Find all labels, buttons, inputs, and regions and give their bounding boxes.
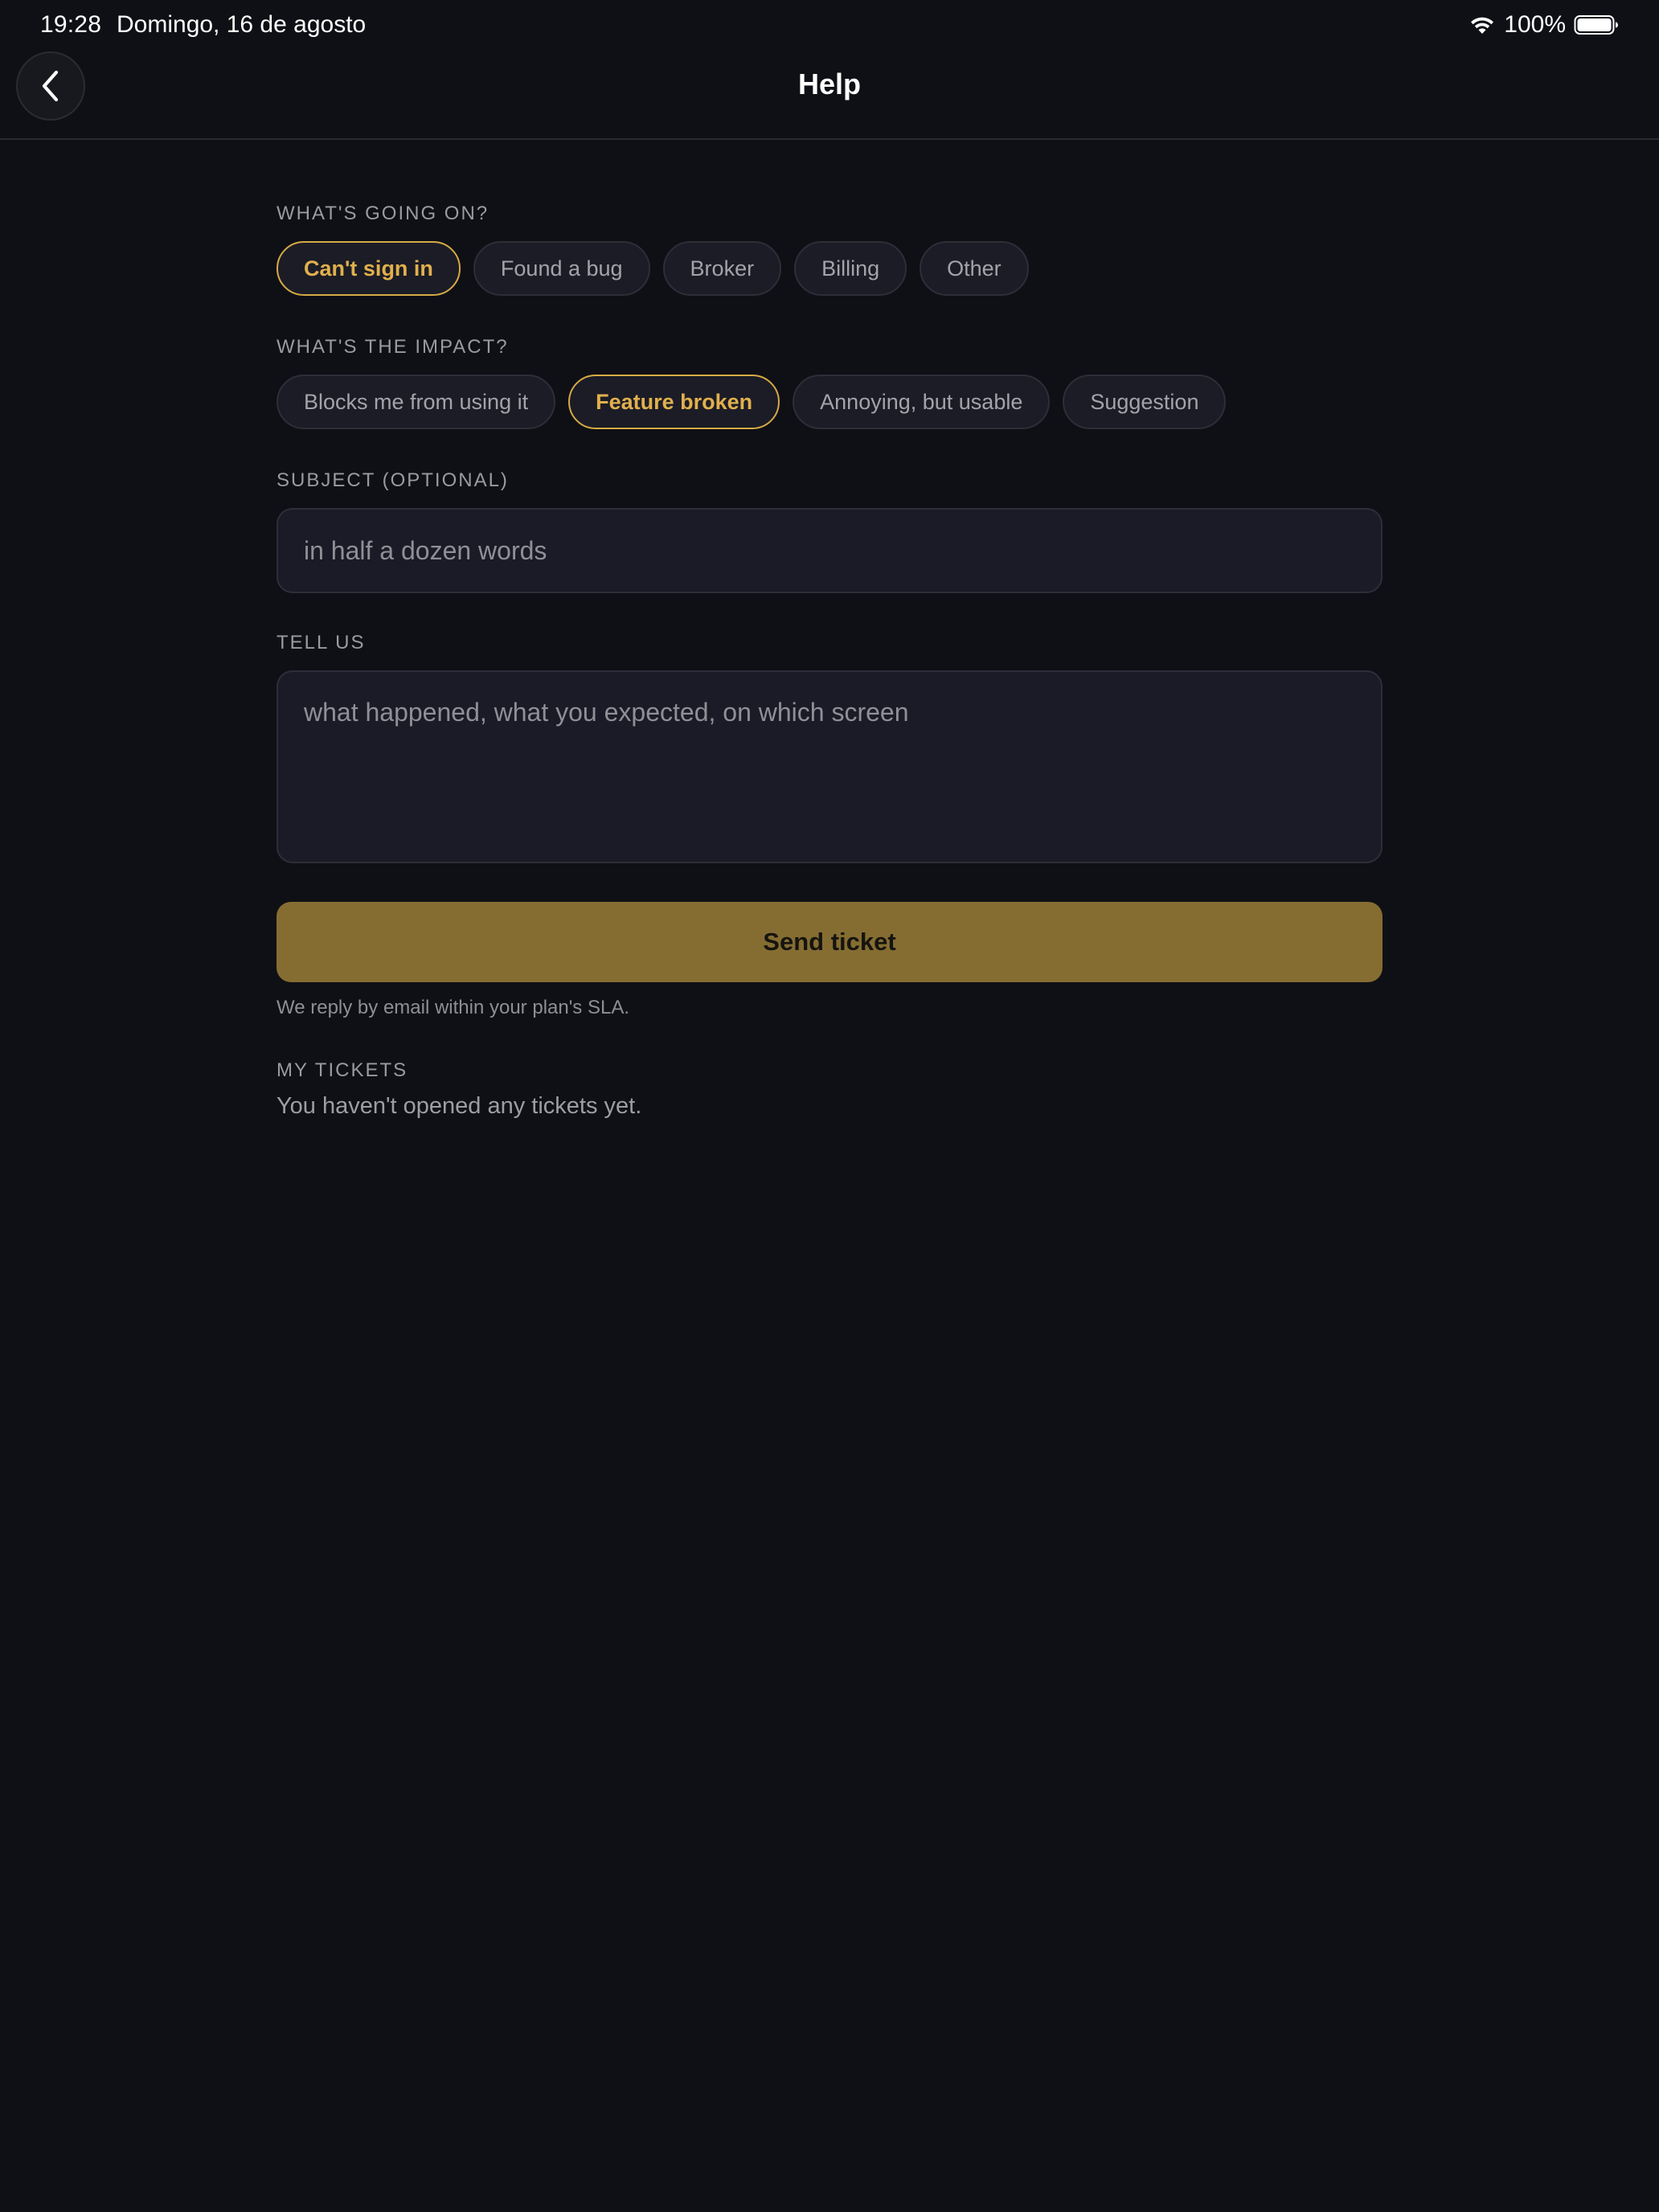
impact-label: WHAT'S THE IMPACT?: [276, 336, 509, 358]
page-title: Help: [797, 68, 861, 100]
subject-label: SUBJECT (OPTIONAL): [276, 469, 509, 491]
send-ticket-button[interactable]: Send ticket: [276, 902, 1382, 982]
details-label: TELL US: [276, 632, 366, 653]
status-indicators: 100%: [1469, 11, 1619, 39]
impact-chip-blocks-me[interactable]: Blocks me from using it: [276, 375, 556, 429]
impact-chip-annoying[interactable]: Annoying, but usable: [793, 375, 1051, 429]
category-chip-group: Can't sign in Found a bug Broker Billing…: [276, 241, 1382, 296]
status-bar: 19:28 Domingo, 16 de agosto 100%: [0, 0, 1659, 51]
category-label: WHAT'S GOING ON?: [276, 203, 490, 224]
battery-icon: [1574, 14, 1619, 36]
subject-input[interactable]: in half a dozen words: [276, 508, 1382, 593]
status-time: 19:28: [40, 11, 102, 38]
tickets-empty-state: You haven't opened any tickets yet.: [276, 1093, 642, 1119]
category-chip-other[interactable]: Other: [920, 241, 1029, 296]
category-chip-broker[interactable]: Broker: [662, 241, 782, 296]
impact-chip-group: Blocks me from using it Feature broken A…: [276, 375, 1382, 429]
category-chip-billing[interactable]: Billing: [794, 241, 907, 296]
status-date: Domingo, 16 de agosto: [117, 11, 367, 38]
impact-chip-suggestion[interactable]: Suggestion: [1063, 375, 1227, 429]
details-textarea[interactable]: what happened, what you expected, on whi…: [276, 670, 1382, 863]
reply-note: We reply by email within your plan's SLA…: [276, 997, 629, 1018]
impact-chip-feature-broken[interactable]: Feature broken: [568, 375, 780, 429]
help-form: WHAT'S GOING ON? Can't sign in Found a b…: [276, 138, 1382, 1120]
wifi-icon: [1469, 14, 1496, 35]
my-tickets-label: MY TICKETS: [276, 1059, 408, 1081]
category-chip-found-a-bug[interactable]: Found a bug: [473, 241, 650, 296]
category-chip-cant-sign-in[interactable]: Can't sign in: [276, 241, 461, 296]
battery-percentage: 100%: [1504, 11, 1566, 38]
navigation-bar: Help: [0, 51, 1659, 140]
